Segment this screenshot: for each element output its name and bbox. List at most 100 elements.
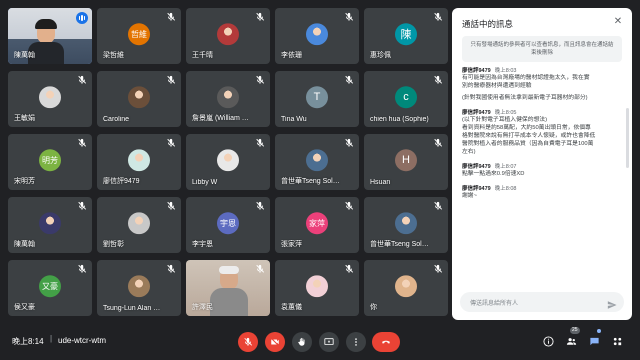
- participant-count-badge: 25: [570, 327, 580, 334]
- mic-off-icon: [77, 264, 87, 274]
- chat-panel-title: 通話中的訊息: [462, 19, 514, 29]
- more-vert-icon: [355, 338, 357, 346]
- participant-name: Tsung-Lun Alan W...: [103, 305, 163, 312]
- chat-message-text: 醫院對植入者的服務品質（因為自費電子耳是100萬: [462, 141, 594, 147]
- mic-off-icon: [255, 138, 265, 148]
- chat-scrollbar[interactable]: [626, 108, 629, 168]
- participant-name: 曾世華Tseng Solo...: [370, 241, 430, 248]
- participant-tile[interactable]: 曾世華Tseng Solo...: [275, 134, 359, 190]
- participant-tile[interactable]: H Hsuan: [364, 134, 448, 190]
- participant-tile[interactable]: 宇恩 李宇恩: [186, 197, 270, 253]
- leave-call-button[interactable]: [372, 332, 400, 352]
- mic-off-icon: [433, 75, 443, 85]
- chat-composer[interactable]: 傳送訊息給所有人: [460, 292, 624, 312]
- participant-name: 詹景嵐 (William C...: [192, 115, 252, 122]
- chat-message-text: 看到資料是約58萬配，大約50萬出頭日常，依個專: [462, 125, 591, 131]
- people-button[interactable]: [563, 333, 579, 349]
- people-icon: [566, 337, 576, 345]
- participant-tile[interactable]: 詹景嵐 (William C...: [186, 71, 270, 127]
- chat-message-meta: 廖信評9479 晚上8:07: [462, 162, 622, 170]
- chat-message: 廖信評9479 晚上8:03 有可能是因為台灣廠場的醫材認證拖太久，我在實 別的醫療器…: [462, 66, 622, 102]
- send-icon[interactable]: [607, 297, 617, 309]
- chat-message-meta: 廖信評9479 晚上8:08: [462, 184, 622, 192]
- participant-tile[interactable]: T Tina Wu: [275, 71, 359, 127]
- speaking-indicator-icon: [76, 12, 88, 24]
- chat-input[interactable]: 傳送訊息給所有人: [470, 298, 518, 307]
- chat-message: 廖信評9479 晚上8:05 (以下針對電子耳植入健保的想法) 看到資料是約58萬配，…: [462, 108, 622, 156]
- avatar: [306, 23, 328, 46]
- participant-tile[interactable]: 王敏娟: [8, 71, 92, 127]
- avatar: [395, 212, 417, 235]
- participant-tile[interactable]: 王千晴: [186, 8, 270, 64]
- activities-icon: [613, 337, 621, 345]
- avatar: 陳: [395, 23, 417, 46]
- participant-tile[interactable]: 陳萬翰: [8, 8, 92, 64]
- mic-off-icon: [344, 75, 354, 85]
- participant-tile[interactable]: Tsung-Lun Alan W...: [97, 260, 181, 316]
- avatar: H: [395, 149, 417, 172]
- participant-tile[interactable]: 袁蕙儀: [275, 260, 359, 316]
- chat-message-list[interactable]: 廖信評9479 晚上8:03 有可能是因為台灣廠場的醫材認證拖太久，我在實 別的醫療器…: [462, 60, 622, 292]
- participant-tile[interactable]: c chien hua (Sophie): [364, 71, 448, 127]
- participant-name: 王千晴: [192, 52, 213, 59]
- chat-message-text: 格對醫院來說有無打平成本令人懷疑，或許也會降低: [462, 133, 596, 139]
- participant-tile[interactable]: 劉哲彰: [97, 197, 181, 253]
- activities-button[interactable]: [609, 333, 625, 349]
- chat-message-text: (針對我國使用者無法拿到最新電子耳器材的部分): [462, 95, 588, 101]
- participant-tile[interactable]: 明芳 宋明芳: [8, 134, 92, 190]
- participant-name: 宋明芳: [14, 178, 35, 185]
- participant-name: 你: [370, 304, 377, 311]
- chat-message-text: 謝謝~: [462, 193, 477, 199]
- mic-off-icon: [77, 138, 87, 148]
- chat-message-text: 別的醫療器材與遭遇到經驗: [462, 83, 532, 89]
- participant-tile[interactable]: 陳惠珍佩: [364, 8, 448, 64]
- participant-tile[interactable]: 哲維 梁哲維: [97, 8, 181, 64]
- participant-tile[interactable]: 李依珊: [275, 8, 359, 64]
- participant-tile[interactable]: 家萍 張家萍: [275, 197, 359, 253]
- mic-off-icon: [344, 264, 354, 274]
- participant-name: 袁蕙儀: [281, 304, 302, 311]
- meet-window: 陳萬翰 哲維 梁哲維 王千晴 李依珊陳惠珍佩 王敏娟 Caroline 詹景嵐 (Willia…: [0, 0, 640, 360]
- avatar: [128, 86, 150, 109]
- participant-name: Caroline: [103, 116, 130, 123]
- participant-tile[interactable]: 陳萬翰: [8, 197, 92, 253]
- more-options-button[interactable]: [346, 332, 366, 352]
- participant-tile[interactable]: 你: [364, 260, 448, 316]
- participant-name: 侯又豪: [14, 304, 35, 311]
- chat-message-text: 左右): [462, 149, 476, 155]
- raise-hand-button[interactable]: [292, 332, 312, 352]
- participant-name: 李宇恩: [192, 241, 213, 248]
- avatar: [128, 212, 150, 235]
- participant-name: 梁哲維: [103, 52, 124, 59]
- present-button[interactable]: [319, 332, 339, 352]
- meeting-code: ude-wtcr-wtm: [58, 336, 107, 345]
- meeting-details-button[interactable]: [540, 333, 556, 349]
- avatar: 哲維: [128, 23, 150, 46]
- participant-tile[interactable]: Libby W: [186, 134, 270, 190]
- chat-notice: 只有發場通話的參與者可以查看訊息，而且訊息會在通話結束後刪除: [462, 36, 622, 62]
- participant-tile[interactable]: Caroline: [97, 71, 181, 127]
- mic-toggle-button[interactable]: [238, 332, 258, 352]
- participant-name: Hsuan: [370, 179, 391, 186]
- participant-tile[interactable]: 又豪 侯又豪: [8, 260, 92, 316]
- participant-tile[interactable]: 曾世華Tseng Solo...: [364, 197, 448, 253]
- participant-tile[interactable]: 廖信評9479: [97, 134, 181, 190]
- participant-name: 廖信評9479: [103, 178, 140, 185]
- mic-off-icon: [166, 264, 176, 274]
- avatar: [39, 212, 61, 235]
- mic-off-icon: [344, 138, 354, 148]
- avatar: 家萍: [306, 212, 328, 235]
- participant-name: Libby W: [192, 179, 218, 186]
- close-icon[interactable]: ✕: [612, 16, 624, 28]
- avatar: [395, 275, 417, 298]
- mic-off-icon: [344, 201, 354, 211]
- participant-tile[interactable]: 許澤民: [186, 260, 270, 316]
- mic-off-icon: [77, 201, 87, 211]
- chat-message-meta: 廖信評9479 晚上8:05: [462, 108, 622, 116]
- participant-name: 張家萍: [281, 241, 302, 248]
- camera-toggle-button[interactable]: [265, 332, 285, 352]
- chat-button[interactable]: [586, 333, 602, 349]
- mic-off-icon: [166, 138, 176, 148]
- participant-grid: 陳萬翰 哲維 梁哲維 王千晴 李依珊陳惠珍佩 王敏娟 Caroline 詹景嵐 (Willia…: [8, 8, 448, 320]
- info-icon: [542, 335, 554, 347]
